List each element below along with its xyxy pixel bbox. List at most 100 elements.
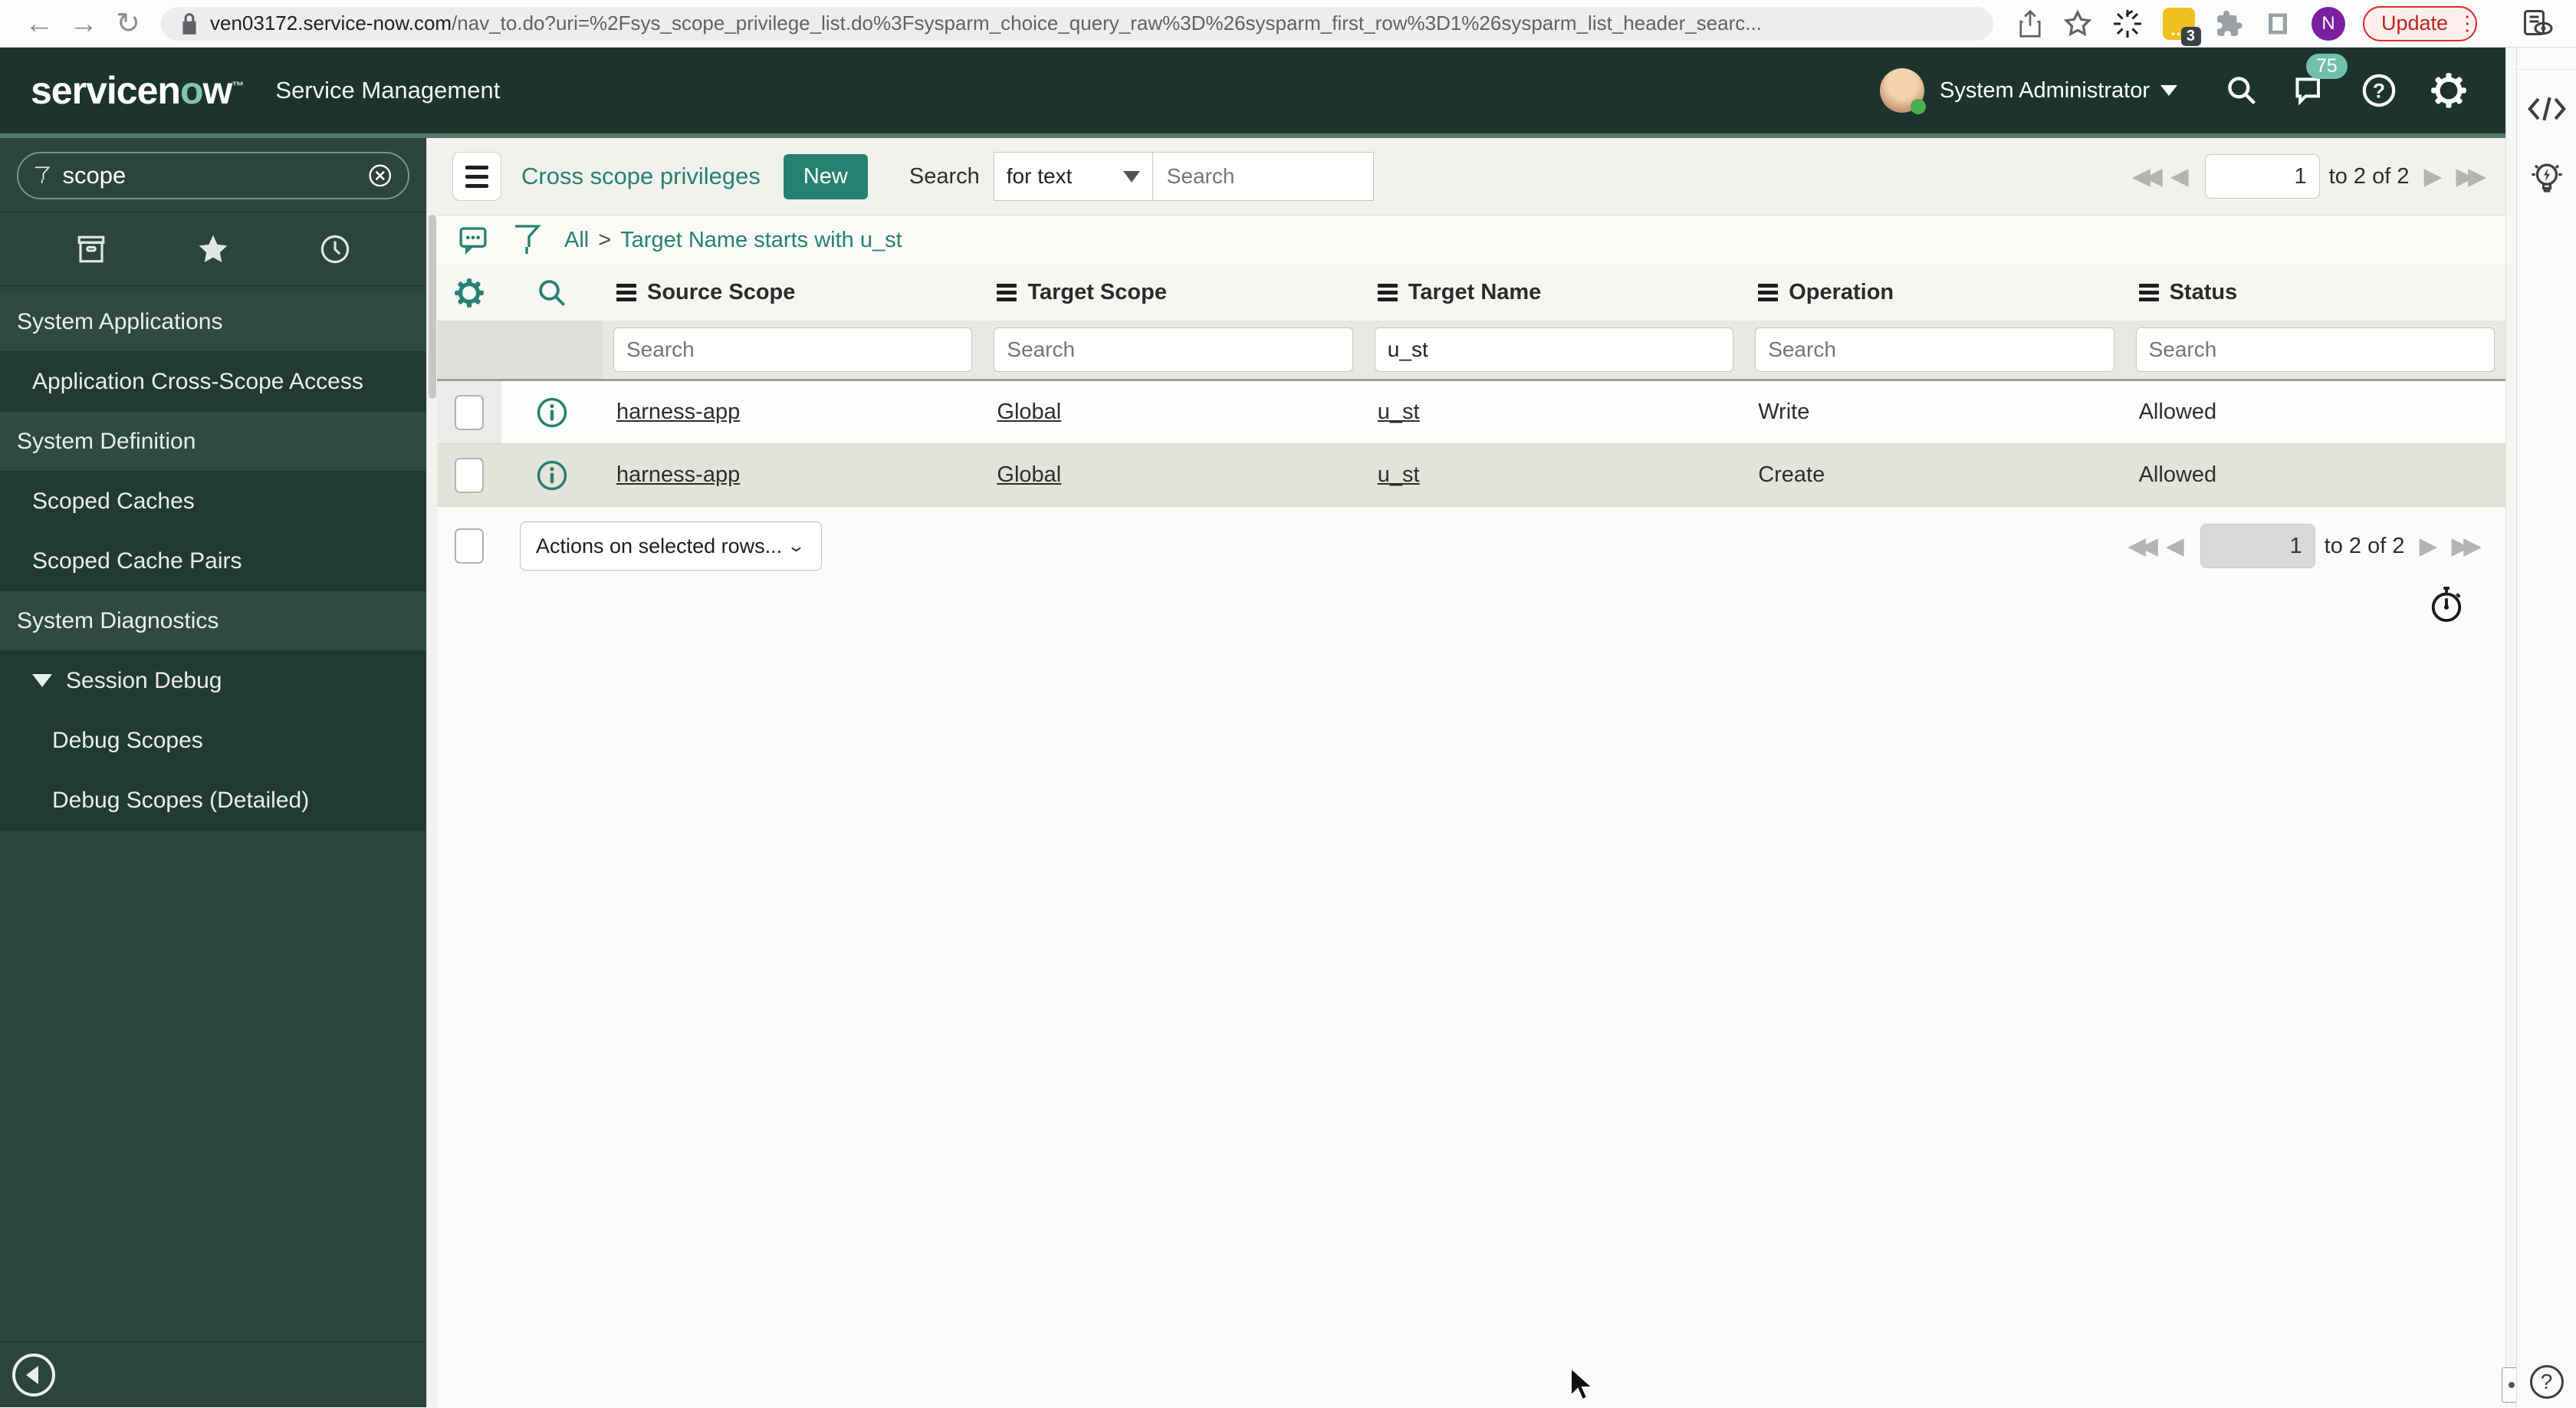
product-title: Service Management bbox=[275, 77, 501, 104]
right-utility-rail: ? bbox=[2516, 48, 2576, 1407]
record-info-icon[interactable] bbox=[501, 396, 603, 429]
yellow-extension-icon[interactable]: … 3 bbox=[2163, 7, 2201, 46]
select-all-checkbox[interactable] bbox=[455, 528, 484, 564]
personalize-list-gear-icon[interactable] bbox=[437, 277, 501, 309]
actions-on-selected-rows-select[interactable]: Actions on selected rows... ⌄ bbox=[520, 521, 822, 571]
collapse-arrow-icon bbox=[26, 1365, 38, 1384]
spinner-extension-icon[interactable] bbox=[2112, 8, 2143, 39]
cell-target-scope[interactable]: Global bbox=[983, 400, 1363, 425]
cell-source-scope[interactable]: harness-app bbox=[603, 400, 983, 425]
column-header-target-scope[interactable]: Target Scope bbox=[983, 280, 1363, 305]
row-checkbox[interactable] bbox=[455, 394, 484, 430]
user-menu[interactable]: System Administrator bbox=[1940, 78, 2150, 104]
page-scrollbar[interactable] bbox=[2502, 48, 2522, 1407]
filter-target-scope-input[interactable] bbox=[994, 327, 1353, 372]
row-checkbox[interactable] bbox=[455, 457, 484, 493]
history-tab-icon[interactable] bbox=[319, 233, 351, 265]
search-type-select[interactable]: for text bbox=[993, 152, 1153, 201]
cell-target-name[interactable]: u_st bbox=[1364, 400, 1744, 425]
select-chevron-icon: ⌄ bbox=[786, 537, 806, 555]
extensions-puzzle-icon[interactable] bbox=[2215, 9, 2244, 38]
side-panel-icon[interactable] bbox=[2264, 9, 2292, 38]
last-page-icon[interactable]: ▶▶ bbox=[2451, 532, 2482, 560]
list-search-input[interactable] bbox=[1152, 152, 1374, 201]
chrome-menu-icon[interactable]: ⋮ bbox=[2457, 13, 2477, 34]
list-title[interactable]: Cross scope privileges bbox=[521, 163, 761, 190]
column-header-row: Source Scope Target Scope Target Name Op… bbox=[437, 265, 2505, 321]
browser-reload-button[interactable]: ↻ bbox=[106, 9, 150, 38]
next-page-icon[interactable]: ▶ bbox=[2423, 163, 2442, 190]
column-header-operation[interactable]: Operation bbox=[1744, 280, 2124, 305]
settings-gear-icon[interactable] bbox=[2430, 72, 2467, 109]
prev-page-icon[interactable]: ◀ bbox=[2166, 532, 2184, 560]
chat-icon[interactable]: 75 bbox=[2292, 54, 2348, 107]
bottom-pagination: ◀◀ ◀ to 2 of 2 ▶ ▶▶ bbox=[2121, 524, 2505, 568]
help-icon[interactable]: ? bbox=[2361, 73, 2397, 108]
browser-back-button[interactable]: ← bbox=[17, 9, 61, 38]
sidebar-scrollbar[interactable] bbox=[426, 138, 437, 1407]
expand-caret-icon[interactable] bbox=[32, 674, 52, 687]
new-record-button[interactable]: New bbox=[783, 153, 868, 199]
navigator-results: System Applications Application Cross-Sc… bbox=[0, 292, 426, 831]
rail-help-icon[interactable]: ? bbox=[2517, 1365, 2576, 1399]
chrome-update-button[interactable]: Update ⋮ bbox=[2363, 5, 2478, 41]
code-panel-icon[interactable] bbox=[2517, 92, 2576, 126]
filter-status-input[interactable] bbox=[2135, 327, 2495, 372]
first-page-icon[interactable]: ◀◀ bbox=[2128, 532, 2158, 560]
cell-status: Allowed bbox=[2138, 400, 2217, 424]
sidebar-item-debug-scopes-detailed[interactable]: Debug Scopes (Detailed) bbox=[0, 771, 426, 831]
column-search-toggle-icon[interactable] bbox=[501, 277, 603, 309]
sidebar-item-scoped-cache-pairs[interactable]: Scoped Cache Pairs bbox=[0, 531, 426, 591]
share-icon[interactable] bbox=[2017, 9, 2043, 38]
user-avatar[interactable] bbox=[1880, 68, 1927, 114]
hints-lightbulb-icon[interactable] bbox=[2517, 160, 2576, 198]
user-menu-caret-icon[interactable] bbox=[2160, 85, 2177, 96]
list-context-menu-button[interactable] bbox=[452, 152, 501, 201]
global-search-icon[interactable] bbox=[2225, 74, 2259, 107]
sidebar-item-scoped-caches[interactable]: Scoped Caches bbox=[0, 472, 426, 531]
sidebar-item-debug-scopes[interactable]: Debug Scopes bbox=[0, 711, 426, 771]
cell-operation: Write bbox=[1758, 400, 1810, 424]
column-header-source-scope[interactable]: Source Scope bbox=[603, 280, 983, 305]
cell-target-scope[interactable]: Global bbox=[983, 462, 1363, 488]
sidebar-item-application-cross-scope-access[interactable]: Application Cross-Scope Access bbox=[0, 352, 426, 412]
list-chat-icon[interactable] bbox=[457, 225, 489, 255]
page-number-input[interactable] bbox=[2200, 524, 2315, 568]
browser-forward-button[interactable]: → bbox=[61, 9, 106, 38]
all-applications-tab-icon[interactable] bbox=[75, 233, 107, 265]
reading-list-panel-icon[interactable] bbox=[2522, 8, 2554, 40]
servicenow-logo[interactable]: servicenow™ bbox=[31, 68, 244, 113]
cell-source-scope[interactable]: harness-app bbox=[603, 462, 983, 488]
bookmark-star-icon[interactable] bbox=[2063, 8, 2092, 38]
sidebar-item-system-diagnostics[interactable]: System Diagnostics bbox=[0, 591, 426, 651]
search-label: Search bbox=[909, 163, 980, 189]
clear-filter-icon[interactable] bbox=[368, 159, 393, 192]
first-page-icon[interactable]: ◀◀ bbox=[2132, 163, 2163, 190]
sidebar-item-system-definition[interactable]: System Definition bbox=[0, 412, 426, 472]
profile-avatar[interactable]: N bbox=[2312, 6, 2345, 41]
cell-target-name[interactable]: u_st bbox=[1364, 462, 1744, 488]
filter-target-name-input[interactable] bbox=[1374, 327, 1734, 372]
column-header-status[interactable]: Status bbox=[2125, 280, 2505, 305]
record-info-icon[interactable] bbox=[501, 459, 603, 492]
browser-toolbar: ← → ↻ ven03172.service-now.com/nav_to.do… bbox=[0, 0, 2576, 48]
breadcrumb-filter-condition[interactable]: Target Name starts with u_st bbox=[620, 228, 902, 253]
prev-page-icon[interactable]: ◀ bbox=[2170, 163, 2189, 190]
collapse-navigator-button[interactable] bbox=[12, 1353, 55, 1396]
filter-source-scope-input[interactable] bbox=[613, 327, 973, 372]
filter-operation-input[interactable] bbox=[1755, 327, 2114, 372]
navigator-filter-input[interactable] bbox=[62, 162, 369, 189]
navigator-filter[interactable] bbox=[17, 152, 409, 199]
breadcrumb-all[interactable]: All bbox=[564, 228, 589, 253]
sidebar-item-session-debug[interactable]: Session Debug bbox=[0, 651, 426, 711]
filter-icon[interactable] bbox=[512, 224, 541, 256]
column-header-target-name[interactable]: Target Name bbox=[1364, 280, 1744, 305]
page-number-input[interactable] bbox=[2204, 154, 2320, 199]
favorites-tab-icon[interactable] bbox=[196, 232, 230, 266]
address-bar[interactable]: ven03172.service-now.com/nav_to.do?uri=%… bbox=[161, 6, 1993, 41]
response-time-stopwatch-icon[interactable] bbox=[2429, 585, 2464, 623]
last-page-icon[interactable]: ▶▶ bbox=[2456, 163, 2486, 190]
next-page-icon[interactable]: ▶ bbox=[2419, 532, 2437, 560]
sidebar-item-system-applications[interactable]: System Applications bbox=[0, 292, 426, 352]
table-row: harness-app Global u_st Write Allowed bbox=[437, 381, 2505, 444]
